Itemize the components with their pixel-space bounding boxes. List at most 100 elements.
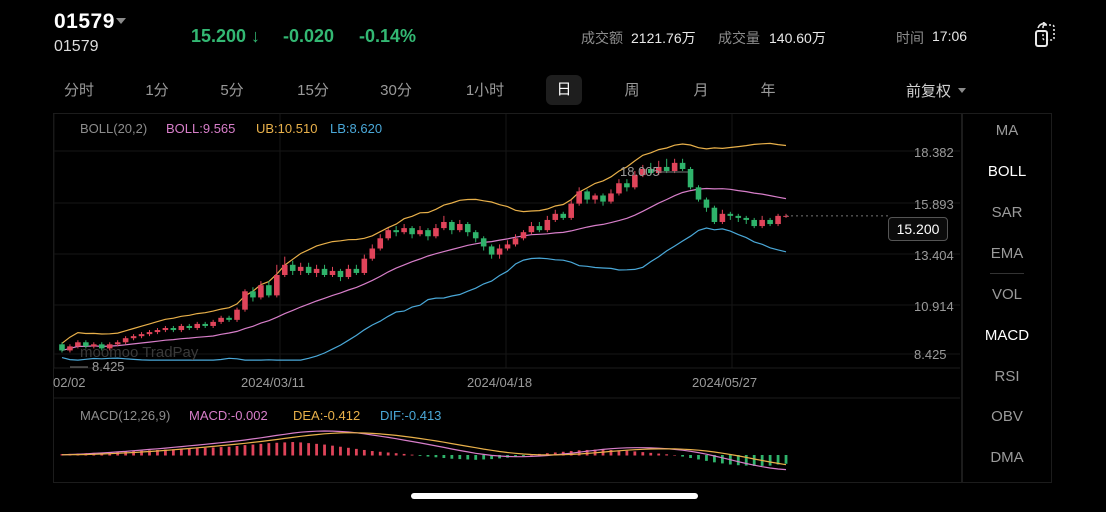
candle-body [727, 213, 734, 216]
candle-body [600, 195, 606, 202]
x-tick-label: 02/02 [53, 375, 86, 390]
candle-body [584, 191, 590, 200]
candle-body [528, 226, 535, 233]
boll-legend-ub: UB:10.510 [256, 121, 318, 136]
candle-body [377, 238, 384, 249]
y-tick-label: 15.893 [914, 197, 954, 212]
candle-body [449, 221, 455, 231]
indicator-ma[interactable]: MA [962, 122, 1052, 139]
indicator-dma[interactable]: DMA [962, 449, 1052, 466]
indicator-divider [990, 273, 1024, 274]
candle-body [178, 325, 185, 331]
candle-body [568, 203, 574, 218]
candle-body [425, 230, 431, 237]
candle-body [67, 346, 73, 351]
boll-upper-band [61, 142, 787, 344]
indicator-macd[interactable]: MACD [962, 327, 1052, 344]
boll-legend-mid: BOLL:9.565 [166, 121, 236, 136]
candle-body [186, 325, 193, 329]
candle-body [361, 258, 368, 273]
candle-body [671, 162, 678, 172]
candle-body [751, 219, 757, 227]
candle-body [226, 317, 232, 320]
indicator-rsi[interactable]: RSI [962, 368, 1052, 385]
candle-body [767, 219, 773, 225]
candle-body [663, 166, 670, 172]
x-tick-label: 2024/03/11 [241, 375, 306, 390]
candle-body [170, 328, 177, 331]
candle-body [385, 230, 391, 239]
candle-body [472, 232, 479, 239]
candle-body [544, 219, 551, 231]
candle-body [218, 317, 224, 322]
y-tick-label: 18.382 [914, 145, 954, 160]
candle-body [202, 323, 208, 326]
candle-body [162, 328, 169, 331]
candle-body [520, 232, 527, 239]
candle-body [210, 321, 216, 326]
candle-body [735, 215, 742, 218]
y-tick-label: 13.404 [914, 248, 954, 263]
candle-body [719, 213, 726, 222]
candle-body [703, 199, 710, 208]
candle-body [464, 224, 471, 233]
candle-body [281, 264, 288, 275]
candle-body [369, 248, 376, 259]
candle-body [337, 270, 344, 278]
x-tick-label: 2024/04/18 [467, 375, 533, 390]
y-tick-label: 10.914 [914, 299, 954, 314]
low-price-marker: 8.425 [92, 359, 125, 374]
candle-body [266, 285, 272, 296]
candle-body [433, 228, 439, 237]
current-price-tag: 15.200 [888, 217, 948, 241]
candle-body [234, 309, 240, 320]
candle-body [496, 248, 503, 255]
candle-body [536, 226, 543, 231]
candle-body [504, 244, 511, 249]
candle-body [512, 238, 519, 245]
candle-body [353, 268, 360, 273]
indicator-sar[interactable]: SAR [962, 204, 1052, 221]
candle-body [608, 193, 614, 202]
candle-body [289, 264, 296, 271]
candle-body [242, 291, 248, 310]
candle-body [560, 213, 567, 218]
y-tick-label: 8.425 [914, 347, 947, 362]
candle-body [122, 338, 129, 343]
indicator-vol[interactable]: VOL [962, 286, 1052, 303]
watermark: moomoo TradPay [80, 344, 199, 361]
candle-body [687, 168, 694, 188]
x-tick-label: 2024/05/27 [692, 375, 758, 390]
candle-body [130, 336, 137, 339]
candle-body [154, 330, 161, 333]
candle-body [313, 268, 320, 273]
home-indicator[interactable] [411, 493, 698, 499]
candle-body [329, 270, 336, 275]
candle-body [345, 268, 352, 278]
candle-body [401, 228, 407, 233]
boll-legend-lb: LB:8.620 [330, 121, 383, 136]
candle-body [194, 323, 201, 329]
indicator-obv[interactable]: OBV [962, 408, 1052, 425]
candle-body [759, 219, 765, 227]
candle-body [274, 274, 280, 296]
candle-body [250, 291, 256, 298]
candle-body [59, 344, 65, 351]
candle-body [695, 187, 702, 200]
indicator-ema[interactable]: EMA [962, 245, 1052, 262]
boll-legend-name: BOLL(20,2) [80, 121, 148, 136]
indicator-boll[interactable]: BOLL [962, 163, 1052, 180]
macd-legend-name: MACD(12,26,9) [80, 408, 171, 423]
candle-body [321, 268, 328, 275]
candle-body [576, 191, 582, 204]
candle-body [616, 183, 622, 194]
candle-body [552, 213, 559, 220]
macd-legend-macd: MACD:-0.002 [189, 408, 268, 423]
candle-body [258, 285, 264, 298]
candle-body [138, 334, 145, 337]
candle-body [592, 195, 598, 200]
high-price-marker: 18.005 [620, 164, 660, 179]
macd-legend-dif: DIF:-0.413 [380, 408, 442, 423]
candle-body [775, 215, 781, 225]
candle-body [743, 217, 750, 220]
